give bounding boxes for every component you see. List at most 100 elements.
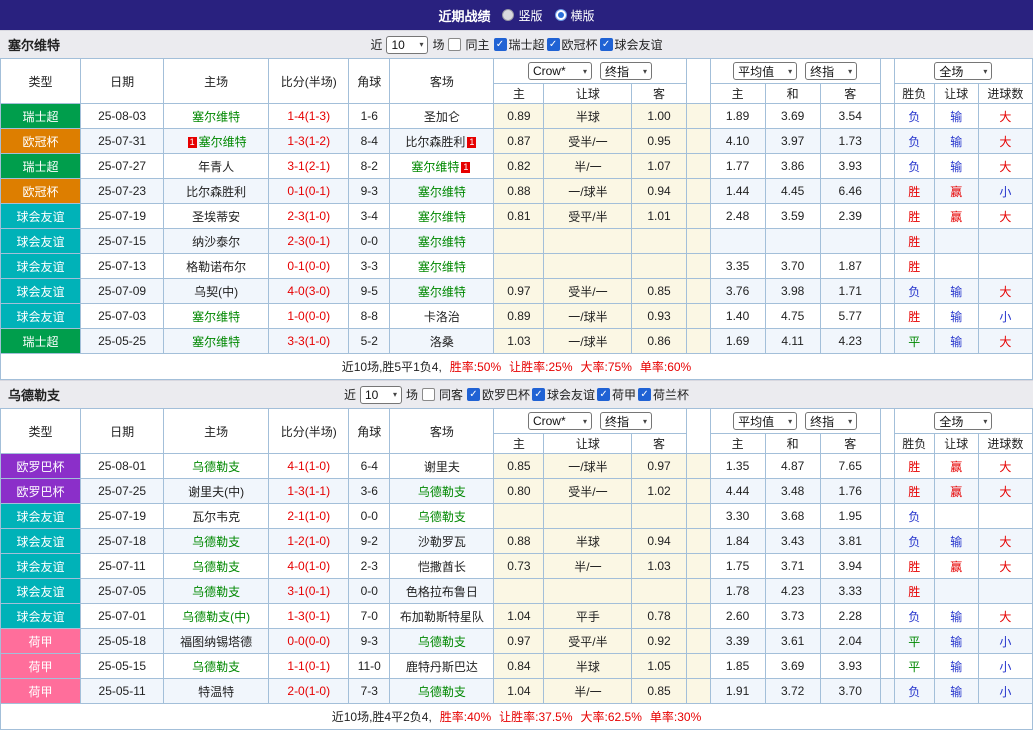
- avg-home: 1.44: [709, 178, 766, 204]
- spacer-cell: [879, 553, 895, 579]
- match-score: 0-0(0-0): [268, 628, 350, 654]
- red-card-badge: 1: [467, 136, 477, 148]
- near-label: 近: [343, 388, 356, 402]
- spacer-cell: [879, 503, 895, 529]
- odds-company-select[interactable]: Crow* ▾: [527, 412, 592, 430]
- spacer-column: [685, 408, 711, 454]
- radio-label: 横版: [570, 8, 595, 23]
- team-name-text: 福图纳锡塔德: [180, 634, 253, 649]
- result-goals: 大: [977, 278, 1033, 304]
- near-label: 近: [370, 38, 383, 52]
- col-header-outcome: 胜负: [893, 83, 935, 104]
- away-team: 布加勒斯特星队: [389, 603, 495, 629]
- scope-select[interactable]: 全场 ▾: [934, 412, 993, 430]
- team-name-text: 乌德勒支: [417, 634, 466, 649]
- home-team: 格勒诺布尔: [163, 253, 270, 279]
- radio-icon[interactable]: [554, 9, 567, 21]
- team-name-text: 布加勒斯特星队: [399, 609, 484, 624]
- league-filter-checkbox[interactable]: ✓: [599, 38, 613, 51]
- avg-stage-select[interactable]: 终指 ▾: [805, 412, 858, 430]
- result-outcome: 负: [893, 603, 935, 629]
- result-outcome: 平: [893, 653, 935, 679]
- league-filter-checkbox[interactable]: ✓: [546, 38, 560, 51]
- spacer-cell: [685, 103, 711, 129]
- avg-group-header: 平均值 ▾ 终指 ▾: [709, 408, 881, 434]
- odds-handicap: 一/球半: [543, 178, 633, 204]
- col-header-odds-home: 主: [493, 433, 545, 454]
- avg-home: 1.40: [709, 303, 766, 329]
- league-filter-label: 荷甲: [612, 388, 637, 402]
- league-filter-checkbox[interactable]: ✓: [597, 388, 611, 401]
- same-venue-checkbox[interactable]: [448, 38, 462, 51]
- result-handicap: 输: [933, 128, 979, 154]
- result-goals: 大: [977, 328, 1033, 354]
- same-venue-checkbox[interactable]: [421, 388, 435, 401]
- corners: 6-4: [348, 453, 391, 479]
- corners: 9-3: [348, 628, 391, 654]
- match-score: 4-1(1-0): [268, 453, 350, 479]
- odds-stage-select[interactable]: 终指 ▾: [599, 412, 652, 430]
- league-filter-checkbox[interactable]: ✓: [493, 38, 507, 51]
- avg-draw: 3.69: [764, 653, 821, 679]
- avg-home: 2.48: [709, 203, 766, 229]
- odds-away: 0.78: [631, 603, 687, 629]
- layout-option-horizontal[interactable]: 横版: [554, 7, 595, 24]
- summary-stat: 单率:60%: [639, 360, 692, 374]
- spacer-cell: [879, 153, 895, 179]
- corners: 11-0: [348, 653, 391, 679]
- spacer-cell: [879, 278, 895, 304]
- odds-home: 0.89: [493, 103, 545, 129]
- radio-icon[interactable]: [502, 9, 515, 21]
- odds-handicap: [543, 578, 633, 604]
- team-section-servette: 塞尔维特 近 10 ▾ 场 同主 ✓ 瑞士超 ✓ 欧冠杯 ✓ 球会友谊 类型 日期: [0, 30, 1033, 380]
- league-badge: 球会友谊: [0, 603, 82, 629]
- dropdown-arrow-icon: ▾: [642, 66, 647, 76]
- team-name-text: 圣加仑: [423, 109, 460, 124]
- match-count-select[interactable]: 10 ▾: [386, 35, 429, 54]
- league-filter-checkbox[interactable]: ✓: [638, 388, 652, 401]
- match-row: 瑞士超 25-07-27 年青人 3-1(2-1) 8-2 塞尔维特 1 0.82 半/一 1.0…: [0, 153, 1033, 179]
- avg-company-select[interactable]: 平均值 ▾: [733, 62, 798, 80]
- away-team: 比尔森胜利 1: [389, 128, 495, 154]
- league-filter-label: 球会友谊: [614, 38, 663, 52]
- odds-company-select[interactable]: Crow* ▾: [527, 62, 592, 80]
- dropdown-arrow-icon: ▾: [582, 416, 587, 426]
- result-goals: 大: [977, 478, 1033, 504]
- league-badge: 球会友谊: [0, 303, 82, 329]
- corners: 3-6: [348, 478, 391, 504]
- odds-away: 0.92: [631, 628, 687, 654]
- avg-away: 1.87: [819, 253, 881, 279]
- result-outcome: 负: [893, 153, 935, 179]
- league-filters: ✓ 欧罗巴杯 ✓ 球会友谊 ✓ 荷甲 ✓ 荷兰杯: [466, 386, 689, 403]
- team-name-text: 乌德勒支(中): [182, 609, 251, 624]
- odds-away: [631, 253, 687, 279]
- result-goals: 小: [977, 678, 1033, 704]
- odds-handicap: 半/一: [543, 678, 633, 704]
- layout-option-vertical[interactable]: 竖版: [502, 7, 543, 24]
- result-outcome: 胜: [893, 553, 935, 579]
- result-handicap: [933, 503, 979, 529]
- league-filter-checkbox[interactable]: ✓: [532, 388, 545, 401]
- avg-home: 1.69: [709, 328, 766, 354]
- summary-stat: 大率:75%: [580, 360, 632, 374]
- spacer-cell: [879, 253, 895, 279]
- scope-select[interactable]: 全场 ▾: [934, 62, 993, 80]
- match-score: 2-1(1-0): [268, 503, 350, 529]
- dropdown-arrow-icon: ▾: [788, 416, 793, 426]
- spacer-cell: [685, 128, 711, 154]
- red-card-badge: 1: [187, 136, 197, 148]
- result-outcome: 胜: [893, 203, 935, 229]
- avg-company-select[interactable]: 平均值 ▾: [733, 412, 798, 430]
- odds-stage-select[interactable]: 终指 ▾: [599, 62, 652, 80]
- spacer-cell: [879, 578, 895, 604]
- league-filter-checkbox[interactable]: ✓: [466, 388, 480, 401]
- spacer-cell: [685, 328, 711, 354]
- spacer-cell: [685, 503, 711, 529]
- odds-away: 0.95: [631, 128, 687, 154]
- match-count-select[interactable]: 10 ▾: [359, 385, 402, 404]
- avg-away: [819, 228, 881, 254]
- spacer-cell: [879, 303, 895, 329]
- match-row: 球会友谊 25-07-19 瓦尔韦克 2-1(1-0) 0-0 乌德勒支 3.30 3.68 1…: [0, 503, 1033, 529]
- scope-value: 全场: [939, 414, 964, 429]
- avg-stage-select[interactable]: 终指 ▾: [805, 62, 858, 80]
